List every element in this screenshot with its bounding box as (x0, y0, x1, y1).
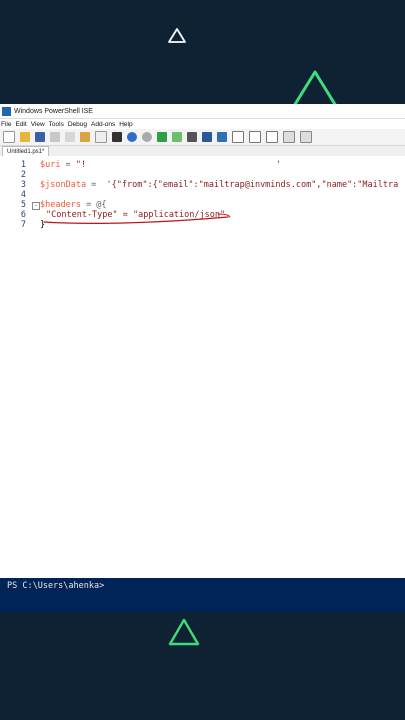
remote-powershell-icon[interactable] (202, 132, 212, 142)
command-addon-icon[interactable] (300, 131, 312, 143)
undo-icon[interactable] (127, 132, 137, 142)
video-background-bottom (0, 612, 405, 720)
save-icon[interactable] (35, 132, 45, 142)
tab-bar: Untitled1.ps1* (0, 146, 405, 157)
red-annotation-underline (43, 213, 231, 225)
menu-debug[interactable]: Debug (68, 121, 87, 128)
open-folder-icon[interactable] (20, 132, 30, 142)
redo-icon[interactable] (142, 132, 152, 142)
menu-tools[interactable]: Tools (49, 121, 64, 128)
cut-icon[interactable] (50, 132, 60, 142)
menu-edit[interactable]: Edit (15, 121, 26, 128)
new-file-icon[interactable] (3, 131, 15, 143)
console-pane[interactable]: PS C:\Users\ahenka> (0, 578, 405, 612)
green-triangle-bottom-icon (168, 618, 200, 646)
clear-icon[interactable] (95, 131, 107, 143)
window-title: Windows PowerShell ISE (14, 107, 93, 115)
outline-triangle-icon (168, 28, 186, 43)
paste-icon[interactable] (80, 132, 90, 142)
menu-file[interactable]: File (1, 121, 11, 128)
start-powershell-icon[interactable] (217, 132, 227, 142)
script-editor[interactable]: 1 2 3 4 5 6 7 − $uri = "! ' $jsonData = … (0, 156, 405, 629)
run-selection-icon[interactable] (172, 132, 182, 142)
show-script-pane-top-icon[interactable] (232, 131, 244, 143)
show-script-pane-max-icon[interactable] (266, 131, 278, 143)
toolbar (0, 129, 405, 146)
copy-icon[interactable] (65, 132, 75, 142)
powershell-app-icon (2, 106, 11, 116)
menu-view[interactable]: View (31, 121, 45, 128)
run-script-icon[interactable] (157, 132, 167, 142)
powershell-ise-window: Windows PowerShell ISE File Edit View To… (0, 104, 405, 629)
green-triangle-icon (292, 70, 338, 108)
run-console-icon[interactable] (112, 132, 122, 142)
stop-icon[interactable] (187, 132, 197, 142)
console-prompt: PS C:\Users\ahenka> (7, 581, 105, 591)
video-background-top (0, 0, 405, 104)
title-bar: Windows PowerShell ISE (0, 104, 405, 119)
commands-icon[interactable] (283, 131, 295, 143)
menu-help[interactable]: Help (119, 121, 132, 128)
menu-add-ons[interactable]: Add-ons (91, 121, 115, 128)
menu-bar: File Edit View Tools Debug Add-ons Help (0, 119, 405, 129)
show-script-pane-right-icon[interactable] (249, 131, 261, 143)
